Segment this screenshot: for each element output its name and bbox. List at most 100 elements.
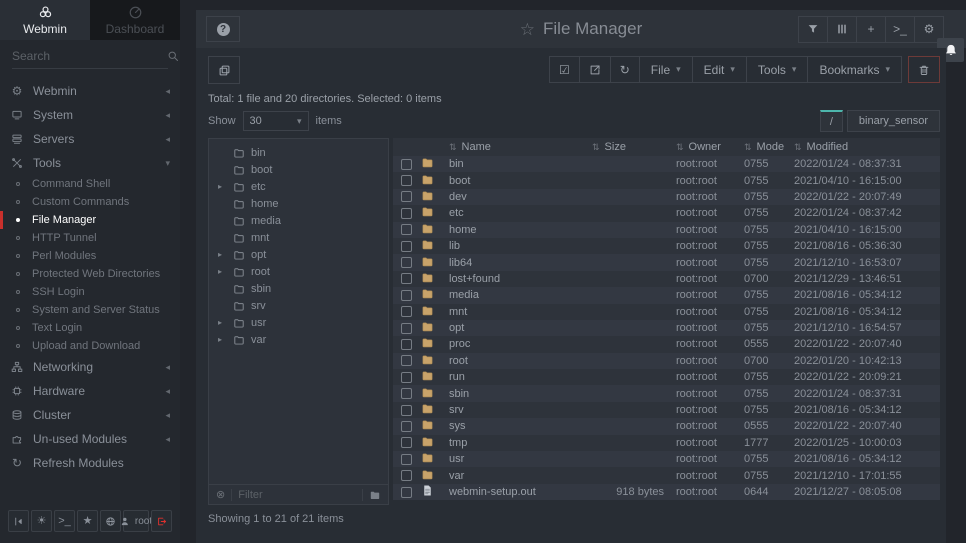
row-checkbox[interactable] [401,208,412,219]
file-name[interactable]: bin [449,158,592,170]
file-name[interactable]: lib [449,240,592,252]
column-header-name[interactable]: Name [462,141,491,153]
row-checkbox[interactable] [401,306,412,317]
tools-menu[interactable]: Tools▾ [746,56,809,83]
sidebar-item-servers[interactable]: Servers◂ [0,127,180,151]
row-checkbox[interactable] [401,191,412,202]
sidebar-item-perl-modules[interactable]: Perl Modules [0,247,180,265]
theme-toggle-button[interactable]: ☀ [31,510,52,532]
tree-item-home[interactable]: home [209,195,388,212]
select-all-button[interactable]: ☑ [549,56,580,83]
expand-caret-icon[interactable]: ▸ [218,250,227,259]
row-checkbox[interactable] [401,470,412,481]
sidebar-item-file-manager[interactable]: File Manager [0,211,180,229]
sidebar-item-system-and-server-status[interactable]: System and Server Status [0,301,180,319]
tree-filter-input[interactable] [238,489,356,501]
tree-item-usr[interactable]: ▸usr [209,314,388,331]
row-checkbox[interactable] [401,257,412,268]
columns-button[interactable] [827,16,857,43]
sort-icon[interactable]: ⇅ [592,142,600,153]
file-name[interactable]: boot [449,175,592,187]
file-name[interactable]: home [449,224,592,236]
tree-item-etc[interactable]: ▸etc [209,178,388,195]
collapse-sidebar-button[interactable] [8,510,29,532]
tree-item-boot[interactable]: boot [209,161,388,178]
sort-icon[interactable]: ⇅ [794,142,802,153]
share-button[interactable] [579,56,611,83]
clear-filter-icon[interactable]: ⊗ [216,488,225,501]
table-row[interactable]: mntroot:root07552021/08/16 - 05:34:12 [393,304,940,320]
row-checkbox[interactable] [401,241,412,252]
column-header-size[interactable]: Size [605,141,626,153]
sidebar-item-networking[interactable]: Networking◂ [0,355,180,379]
file-menu[interactable]: File▾ [639,56,693,83]
table-row[interactable]: runroot:root07552022/01/22 - 20:09:21 [393,369,940,385]
file-name[interactable]: root [449,355,592,367]
file-name[interactable]: lost+found [449,273,592,285]
filter-button[interactable] [798,16,828,43]
row-checkbox[interactable] [401,437,412,448]
tree-item-mnt[interactable]: mnt [209,229,388,246]
file-name[interactable]: proc [449,338,592,350]
search-input[interactable] [12,49,167,63]
search-icon[interactable] [167,50,179,62]
sidebar-item-text-login[interactable]: Text Login [0,319,180,337]
table-row[interactable]: homeroot:root07552021/04/10 - 16:15:00 [393,222,940,238]
sidebar-item-ssh-login[interactable]: SSH Login [0,283,180,301]
file-name[interactable]: etc [449,207,592,219]
file-name[interactable]: mnt [449,306,592,318]
table-row[interactable]: lost+foundroot:root07002021/12/29 - 13:4… [393,271,940,287]
refresh-button[interactable]: ↻ [610,56,640,83]
table-row[interactable]: procroot:root05552022/01/22 - 20:07:40 [393,336,940,352]
tree-item-media[interactable]: media [209,212,388,229]
tree-item-srv[interactable]: srv [209,297,388,314]
sidebar-item-refresh-modules[interactable]: ↻Refresh Modules [0,451,180,475]
table-row[interactable]: varroot:root07552021/12/10 - 17:01:55 [393,467,940,483]
row-checkbox[interactable] [401,421,412,432]
table-row[interactable]: webmin-setup.out918 bytesroot:root064420… [393,484,940,500]
sidebar-item-tools[interactable]: Tools▾ [0,151,180,175]
sidebar-item-http-tunnel[interactable]: HTTP Tunnel [0,229,180,247]
table-row[interactable]: rootroot:root07002022/01/20 - 10:42:13 [393,353,940,369]
column-header-owner[interactable]: Owner [689,141,721,153]
user-button[interactable]: root [123,510,149,532]
file-name[interactable]: srv [449,404,592,416]
sidebar-item-system[interactable]: System◂ [0,103,180,127]
expand-caret-icon[interactable]: ▸ [218,318,227,327]
sort-icon[interactable]: ⇅ [676,142,684,153]
breadcrumb-current[interactable]: binary_sensor [847,110,940,132]
breadcrumb-root[interactable]: / [820,110,843,132]
file-name[interactable]: webmin-setup.out [449,486,592,498]
sidebar-item-un-used-modules[interactable]: Un-used Modules◂ [0,427,180,451]
table-row[interactable]: srvroot:root07552021/08/16 - 05:34:12 [393,402,940,418]
tree-item-bin[interactable]: bin [209,144,388,161]
folder-select-icon[interactable] [369,489,381,501]
clone-window-button[interactable] [208,56,240,84]
file-name[interactable]: var [449,470,592,482]
terminal-button[interactable]: >_ [54,510,75,532]
language-button[interactable] [100,510,121,532]
file-name[interactable]: lib64 [449,257,592,269]
table-row[interactable]: bootroot:root07552021/04/10 - 16:15:00 [393,172,940,188]
row-checkbox[interactable] [401,454,412,465]
row-checkbox[interactable] [401,339,412,350]
row-checkbox[interactable] [401,388,412,399]
bookmarks-menu[interactable]: Bookmarks▾ [807,56,902,83]
tree-item-sbin[interactable]: sbin [209,280,388,297]
table-row[interactable]: devroot:root07552022/01/22 - 20:07:49 [393,189,940,205]
tree-item-root[interactable]: ▸root [209,263,388,280]
expand-caret-icon[interactable]: ▸ [218,335,227,344]
table-row[interactable]: etcroot:root07552022/01/24 - 08:37:42 [393,205,940,221]
sidebar-item-upload-and-download[interactable]: Upload and Download [0,337,180,355]
table-row[interactable]: lib64root:root07552021/12/10 - 16:53:07 [393,254,940,270]
file-name[interactable]: dev [449,191,592,203]
table-row[interactable]: usrroot:root07552021/08/16 - 05:34:12 [393,451,940,467]
tab-dashboard[interactable]: Dashboard [90,0,180,40]
column-header-modified[interactable]: Modified [807,141,849,153]
sidebar-item-hardware[interactable]: Hardware◂ [0,379,180,403]
row-checkbox[interactable] [401,224,412,235]
row-checkbox[interactable] [401,175,412,186]
delete-button[interactable] [908,56,940,83]
file-name[interactable]: tmp [449,437,592,449]
sidebar-item-protected-web-directories[interactable]: Protected Web Directories [0,265,180,283]
